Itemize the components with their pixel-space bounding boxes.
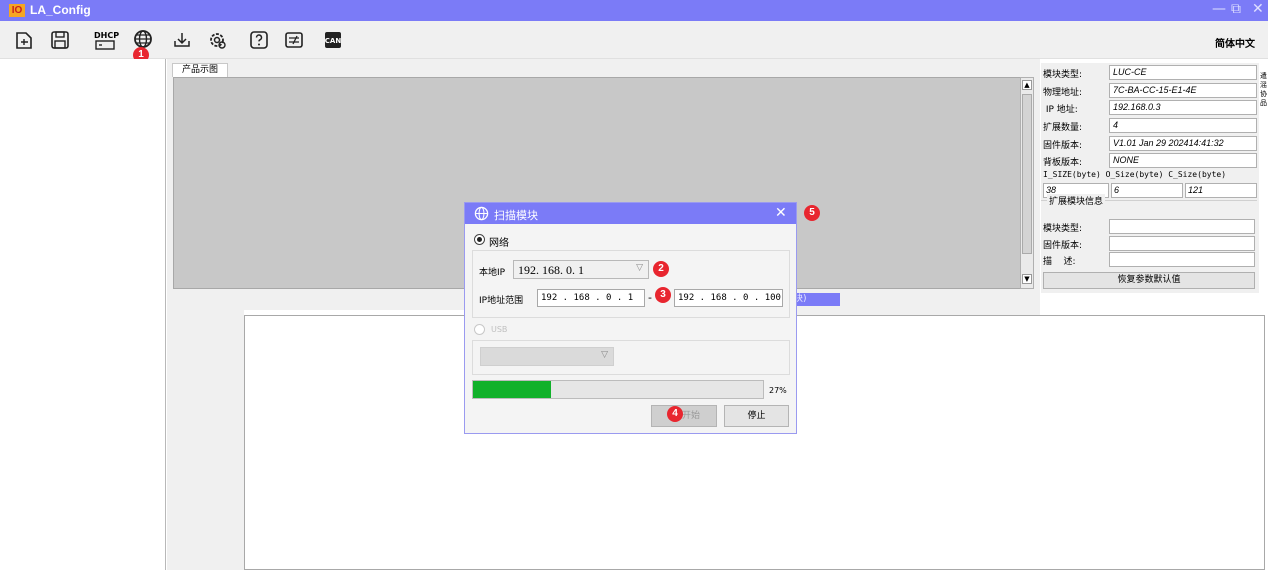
save-icon[interactable]	[49, 29, 71, 51]
adjust-icon[interactable]	[283, 29, 305, 51]
ip-end-field[interactable]: 192 . 168 . 0 . 100	[674, 289, 783, 307]
dhcp-text: DHCP	[94, 31, 120, 40]
local-ip-select[interactable]: 192. 168. 0. 1 ▽	[513, 260, 649, 279]
network-radio[interactable]	[474, 234, 485, 245]
start-button[interactable]: 开始	[651, 405, 717, 427]
scan-progress-fill	[473, 381, 552, 398]
size-header: I_SIZE(byte) O_Size(byte) C_Size(byte)	[1043, 170, 1227, 179]
minimize-button[interactable]: —	[1212, 1, 1226, 17]
badge-2: 2	[653, 261, 669, 277]
chevron-down-icon: ▽	[636, 263, 643, 273]
prop-mac-address: 物理地址: 7C-BA-CC-15-E1-4E	[1043, 83, 1259, 99]
globe-icon	[474, 206, 489, 221]
settings-icon[interactable]	[206, 29, 228, 51]
prop-value[interactable]: NONE	[1109, 153, 1257, 168]
prop-value[interactable]: 7C-BA-CC-15-E1-4E	[1109, 83, 1257, 98]
ext-group-title: 扩展模块信息	[1047, 194, 1106, 207]
dialog-title: 扫描模块	[494, 209, 538, 222]
scan-progress-bar	[472, 380, 764, 399]
network-label: 网络	[489, 238, 509, 249]
open-file-icon[interactable]	[13, 29, 35, 51]
edge-text: 遣 滛 协 品	[1260, 72, 1267, 107]
chevron-down-icon: ▽	[601, 350, 608, 360]
badge-3: 3	[655, 287, 671, 303]
can-icon[interactable]: CAN	[322, 29, 344, 51]
restore-button[interactable]: ⧉	[1231, 1, 1241, 17]
diagram-scrollbar[interactable]: ▲ ▼	[1020, 77, 1034, 289]
c-size-field[interactable]: 121	[1185, 183, 1257, 198]
badge-4: 4	[667, 406, 683, 422]
app-logo: IO	[9, 4, 25, 17]
ip-range-separator: -	[648, 291, 652, 304]
title-bar: IO LA_Config — ⧉ ✕	[0, 0, 1268, 21]
ip-start-field[interactable]: 192 . 168 . 0 . 1	[537, 289, 645, 307]
extension-module-info: 扩展模块信息 模块类型: 固件版本: 描 述:	[1041, 194, 1257, 270]
prop-firmware-version: 固件版本: V1.01 Jan 29 202414:41:32	[1043, 136, 1259, 152]
status-strip: 块)	[790, 293, 840, 306]
prop-backplane-version: 背板版本: NONE	[1043, 153, 1259, 169]
prop-module-type: 模块类型: LUC-CE	[1043, 65, 1259, 81]
prop-extension-count: 扩展数量: 4	[1043, 118, 1259, 134]
app-title: LA_Config	[30, 3, 91, 17]
svg-text:CAN: CAN	[325, 37, 342, 45]
prop-value[interactable]: 192.168.0.3	[1109, 100, 1257, 115]
progress-percent: 27%	[769, 386, 787, 395]
ext-firmware-field[interactable]	[1109, 236, 1255, 251]
local-ip-label: 本地IP	[479, 268, 506, 278]
language-selector[interactable]: 简体中文	[1215, 35, 1255, 50]
close-button[interactable]: ✕	[1252, 1, 1264, 17]
dhcp-icon[interactable]: DHCP	[94, 29, 120, 51]
prop-value[interactable]: V1.01 Jan 29 202414:41:32	[1109, 136, 1257, 151]
download-icon[interactable]	[171, 29, 193, 51]
ext-module-type-field[interactable]	[1109, 219, 1255, 234]
scroll-thumb[interactable]	[1022, 94, 1032, 254]
help-icon[interactable]	[248, 29, 270, 51]
module-tree-pane	[0, 59, 166, 570]
restore-defaults-button[interactable]: 恢复参数默认值	[1043, 272, 1255, 289]
usb-port-select[interactable]: ▽	[480, 347, 614, 366]
dialog-close-icon[interactable]: ✕	[775, 205, 787, 221]
usb-radio[interactable]	[474, 324, 485, 335]
o-size-field[interactable]: 6	[1111, 183, 1183, 198]
ip-range-label: IP地址范围	[479, 296, 524, 306]
prop-ip-address: IP 地址: 192.168.0.3	[1043, 100, 1259, 116]
lower-panel-tab	[244, 310, 464, 315]
badge-5: 5	[804, 205, 820, 221]
stop-button[interactable]: 停止	[724, 405, 789, 427]
scroll-up-icon[interactable]: ▲	[1022, 80, 1032, 90]
ext-description-field[interactable]	[1109, 252, 1255, 267]
prop-value[interactable]: LUC-CE	[1109, 65, 1257, 80]
usb-label: USB	[491, 325, 508, 334]
dialog-title-bar: 扫描模块 ✕	[465, 203, 796, 224]
tab-product-diagram[interactable]: 产品示图	[172, 63, 228, 77]
scan-module-dialog: 扫描模块 ✕ 网络 本地IP 192. 168. 0. 1 ▽ IP地址范围 1…	[464, 202, 797, 434]
toolbar: DHCP CAN 简体中文	[0, 21, 1268, 59]
prop-value[interactable]: 4	[1109, 118, 1257, 133]
scroll-down-icon[interactable]: ▼	[1022, 274, 1032, 284]
